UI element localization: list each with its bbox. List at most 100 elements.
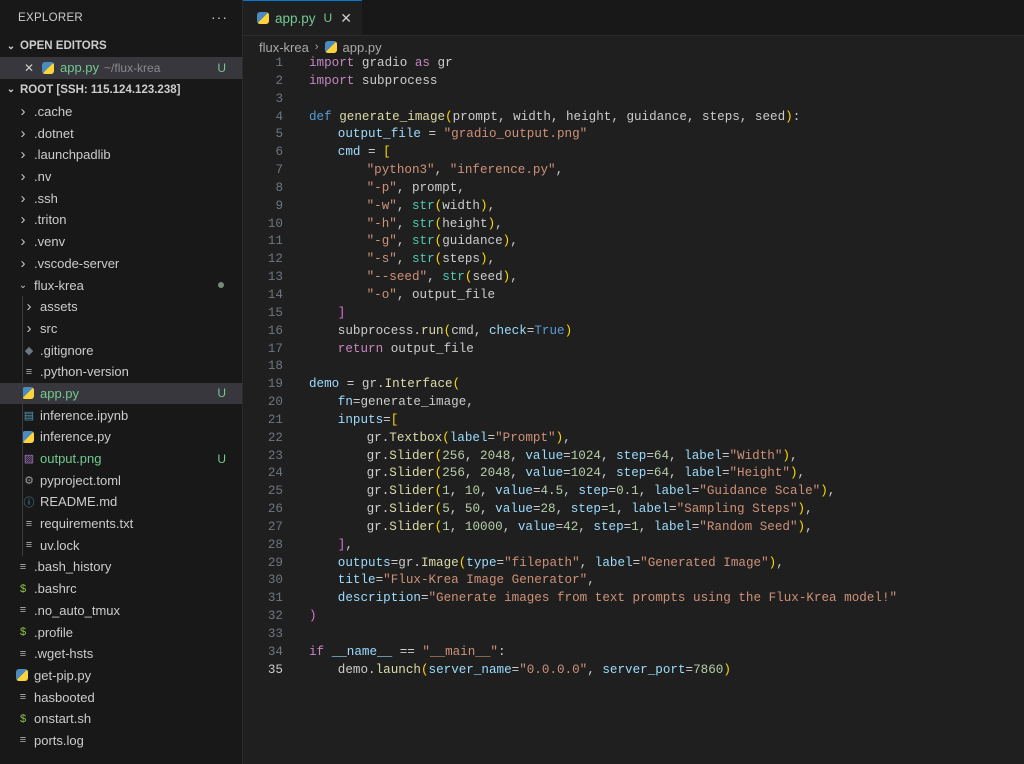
code-line[interactable]: 6 cmd = [ <box>243 144 1024 162</box>
code-line[interactable]: 21 inputs=[ <box>243 412 1024 430</box>
code-line[interactable]: 12 "-s", str(steps), <box>243 251 1024 269</box>
root-folder-label: ROOT [SSH: 115.124.123.238] <box>20 83 181 96</box>
line-number: 29 <box>267 555 283 570</box>
untracked-badge: U <box>217 451 226 466</box>
tree-item-bash-history[interactable]: ≡ .bash_history <box>0 556 242 578</box>
code-line[interactable]: 26 gr.Slider(5, 50, value=28, step=1, lab… <box>243 501 1024 519</box>
code-text: "-g", str(guidance), <box>366 234 518 249</box>
tree-item-label: ports.log <box>34 732 84 748</box>
tree-item-nv[interactable]: › .nv <box>0 166 242 188</box>
code-line[interactable]: 35 demo.launch(server_name="0.0.0.0", ser… <box>243 662 1024 680</box>
code-line[interactable]: 15] <box>243 305 1024 323</box>
code-line[interactable]: 32) <box>243 608 1024 626</box>
tree-item-python-version[interactable]: ≡ .python-version <box>0 360 242 383</box>
tree-item-onstart-sh[interactable]: $ onstart.sh <box>0 708 242 730</box>
tree-item-no-auto-tmux[interactable]: ≡ .no_auto_tmux <box>0 600 242 622</box>
tree-item-bashrc[interactable]: $ .bashrc <box>0 578 242 600</box>
code-line[interactable]: 2 import subprocess <box>243 73 1024 91</box>
code-line[interactable]: 17 return output_file <box>243 341 1024 359</box>
code-line[interactable]: 29 outputs=gr.Image(type="filepath", labe… <box>243 555 1024 573</box>
tree-item-label: app.py <box>40 385 80 401</box>
tree-item-readme-md[interactable]: ⓘ README.md <box>0 491 242 513</box>
tree-item-uv-lock[interactable]: ≡ uv.lock <box>0 534 242 557</box>
code-line[interactable]: 28], <box>243 537 1024 555</box>
code-view[interactable]: 1 import gradio as gr 2 import subprocess 3 4… <box>243 55 1024 680</box>
code-line[interactable]: 7 "python3", "inference.py", <box>243 162 1024 180</box>
code-line[interactable]: 24 gr.Slider(256, 2048, value=1024, step=… <box>243 465 1024 483</box>
tree-item-gitignore[interactable]: ◆ .gitignore <box>0 339 242 361</box>
close-tab-icon[interactable]: ✕ <box>340 10 352 27</box>
open-editor-item-app-py[interactable]: ✕ app.py ~/flux-krea U <box>0 57 242 79</box>
shell-file-icon: $ <box>19 712 27 725</box>
tab-app-py[interactable]: app.py U ✕ <box>243 0 362 35</box>
code-line[interactable]: 3 <box>243 91 1024 109</box>
code-line[interactable]: 8 "-p", prompt, <box>243 180 1024 198</box>
code-text: ) <box>309 609 317 624</box>
tree-item-output-png[interactable]: ▨ output.png U <box>0 447 242 470</box>
code-text: demo = gr.Interface( <box>309 377 461 392</box>
line-number: 13 <box>267 270 283 285</box>
untracked-badge: U <box>323 11 333 25</box>
code-line[interactable]: 30 title="Flux-Krea Image Generator", <box>243 572 1024 590</box>
tree-item-src[interactable]: › src <box>0 317 242 340</box>
untracked-badge: U <box>217 386 226 401</box>
tree-item-app-py[interactable]: app.py U <box>0 382 242 405</box>
tree-item-dotnet[interactable]: › .dotnet <box>0 122 242 144</box>
code-line[interactable]: 34 if __name__ == "__main__": <box>243 644 1024 662</box>
tree-item-hasbooted[interactable]: ≡ hasbooted <box>0 686 242 708</box>
tree-item-flux-krea[interactable]: ⌄ flux-krea <box>0 274 242 296</box>
chevron-right-icon: › <box>314 41 319 53</box>
tree-item-requirements-txt[interactable]: ≡ requirements.txt <box>0 512 242 535</box>
code-text: "python3", "inference.py", <box>366 163 564 178</box>
code-text: subprocess.run(cmd, check=True) <box>337 323 573 338</box>
tree-item-triton[interactable]: › .triton <box>0 209 242 231</box>
tree-item-ports-log[interactable]: ≡ ports.log <box>0 730 242 752</box>
tree-item-inference-ipynb[interactable]: ▤ inference.ipynb <box>0 404 242 426</box>
more-actions-icon[interactable]: ··· <box>211 9 228 25</box>
breadcrumb-folder[interactable]: flux-krea <box>259 40 309 55</box>
code-line[interactable]: 22 gr.Textbox(label="Prompt"), <box>243 430 1024 448</box>
tree-item-wget-hsts[interactable]: ≡ .wget-hsts <box>0 643 242 665</box>
file-tree: › .cache › .dotnet › .launchpadlib › .nv › .ssh ›.… <box>0 101 242 752</box>
code-line[interactable]: 31 description="Generate images from text… <box>243 590 1024 608</box>
tree-item-label: .profile <box>34 624 74 640</box>
code-text: description="Generate images from text p… <box>337 591 898 606</box>
tree-item-label: inference.ipynb <box>40 407 129 423</box>
tree-item-launchpadlib[interactable]: › .launchpadlib <box>0 144 242 166</box>
open-editors-header[interactable]: ⌄ OPEN EDITORS <box>0 35 242 57</box>
close-icon[interactable]: ✕ <box>22 61 36 75</box>
chevron-right-icon: › <box>20 189 26 207</box>
tree-item-vscode-server[interactable]: › .vscode-server <box>0 253 242 275</box>
tree-item-venv[interactable]: › .venv <box>0 231 242 253</box>
code-line[interactable]: 5 output_file = "gradio_output.png" <box>243 126 1024 144</box>
code-line[interactable]: 19 demo = gr.Interface( <box>243 376 1024 394</box>
root-folder-header[interactable]: ⌄ ROOT [SSH: 115.124.123.238] <box>0 79 242 101</box>
tree-item-ssh[interactable]: › .ssh <box>0 187 242 209</box>
line-number: 6 <box>275 145 283 160</box>
code-line[interactable]: 20 fn=generate_image, <box>243 394 1024 412</box>
tree-item-assets[interactable]: › assets <box>0 295 242 318</box>
code-line[interactable]: 33 <box>243 626 1024 644</box>
code-line[interactable]: 16 subprocess.run(cmd, check=True) <box>243 323 1024 341</box>
tree-item-cache[interactable]: › .cache <box>0 101 242 123</box>
code-line[interactable]: 23 gr.Slider(256, 2048, value=1024, step=… <box>243 448 1024 466</box>
code-line[interactable]: 14 "-o", output_file <box>243 287 1024 305</box>
code-line[interactable]: 11 "-g", str(guidance), <box>243 233 1024 251</box>
breadcrumb-file[interactable]: app.py <box>343 40 382 55</box>
code-line[interactable]: 1 import gradio as gr <box>243 55 1024 73</box>
code-line[interactable]: 4 def generate_image(prompt, width, heigh… <box>243 109 1024 127</box>
code-line[interactable]: 10 "-h", str(height), <box>243 216 1024 234</box>
tree-item-label: .bashrc <box>34 581 77 597</box>
code-line[interactable]: 13 "--seed", str(seed), <box>243 269 1024 287</box>
tree-item-profile[interactable]: $ .profile <box>0 621 242 643</box>
tree-item-get-pip-py[interactable]: get-pip.py <box>0 665 242 687</box>
code-line[interactable]: 18 <box>243 358 1024 376</box>
code-line[interactable]: 9 "-w", str(width), <box>243 198 1024 216</box>
code-line[interactable]: 27 gr.Slider(1, 10000, value=42, step=1, … <box>243 519 1024 537</box>
code-line[interactable]: 25 gr.Slider(1, 10, value=4.5, step=0.1, … <box>243 483 1024 501</box>
tree-item-label: .bash_history <box>34 559 112 575</box>
tree-item-pyproject-toml[interactable]: ⚙ pyproject.toml <box>0 469 242 492</box>
tree-item-inference-py[interactable]: inference.py <box>0 426 242 448</box>
code-text: "--seed", str(seed), <box>366 270 518 285</box>
line-number: 17 <box>267 341 283 356</box>
